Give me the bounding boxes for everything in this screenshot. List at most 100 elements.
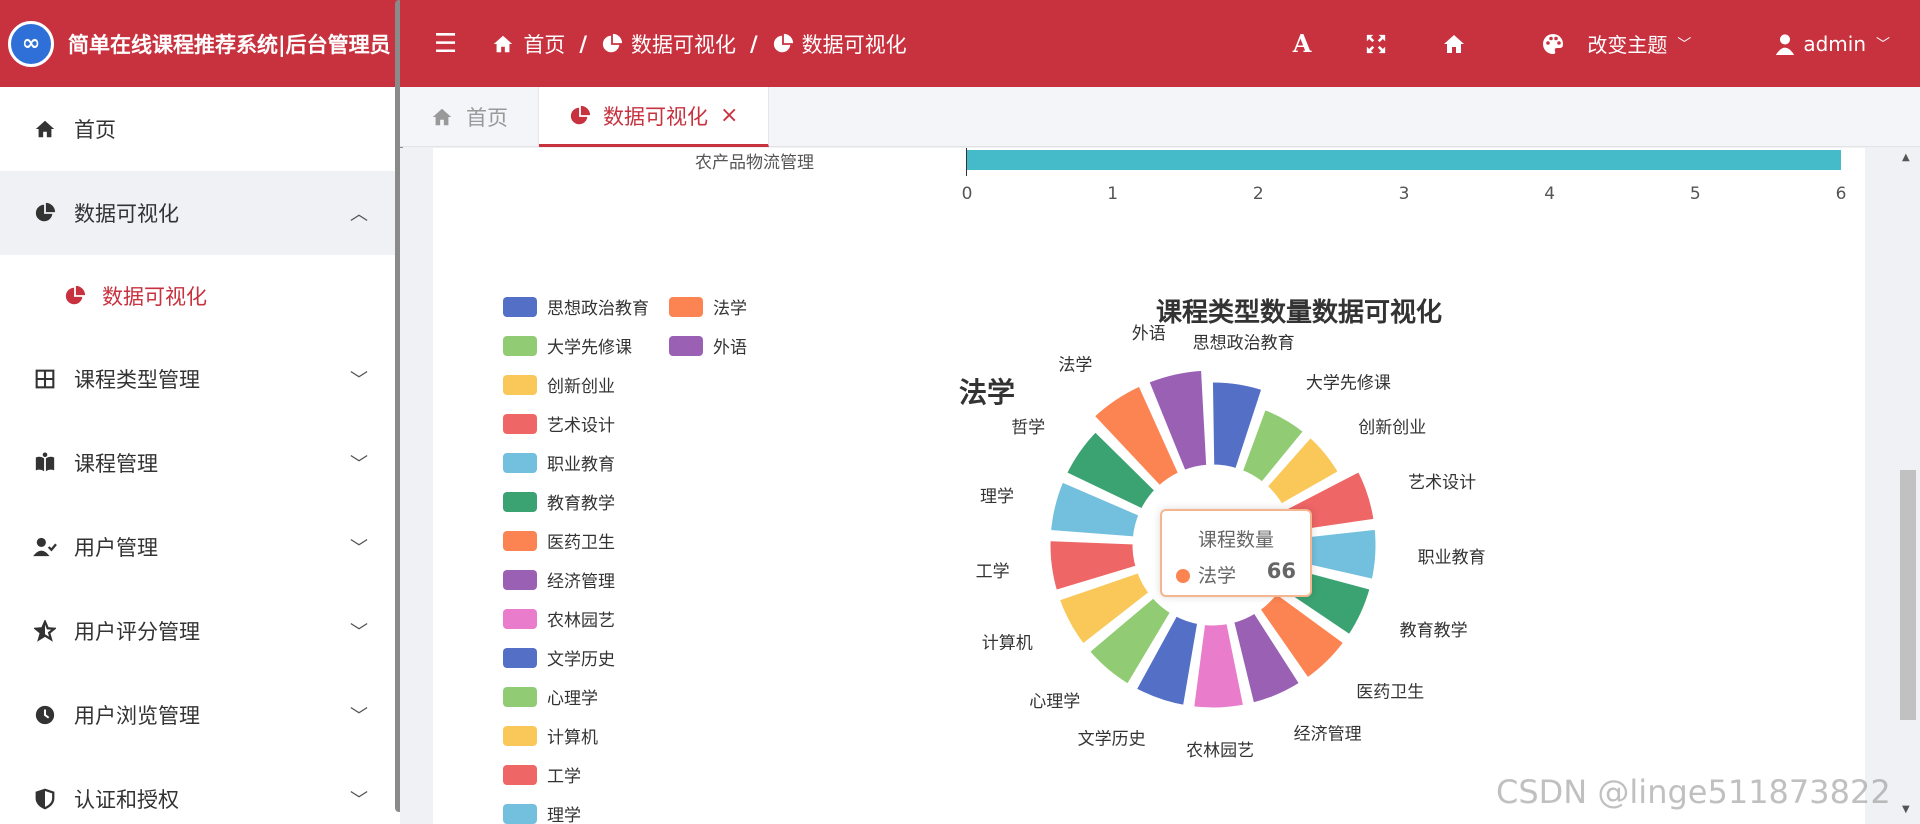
segment-label: 心理学 bbox=[1029, 692, 1080, 712]
sidebar-item-data-visualization[interactable]: 数据可视化 ︿ bbox=[0, 171, 400, 255]
segment-label: 医药卫生 bbox=[1356, 683, 1424, 703]
sidebar-item-label: 用户浏览管理 bbox=[74, 704, 200, 728]
segment-label: 农林园艺 bbox=[1186, 741, 1254, 761]
chevron-down-icon: ﹀ bbox=[350, 370, 368, 391]
breadcrumb-separator: / bbox=[579, 31, 587, 56]
segment-label: 计算机 bbox=[982, 634, 1033, 654]
rose-donut-chart: 思想政治教育大学先修课创新创业艺术设计职业教育教育教学医药卫生经济管理农林园艺 文… bbox=[959, 324, 1486, 761]
home-icon bbox=[491, 33, 515, 55]
chart-tooltip: 课程数量 法学 66 bbox=[1160, 509, 1312, 597]
breadcrumb-current: 数据可视化 bbox=[772, 29, 907, 59]
breadcrumb-home[interactable]: 首页 bbox=[491, 29, 565, 59]
sidebar-item-label: 用户管理 bbox=[74, 536, 158, 560]
watermark: CSDN @linge511873822 bbox=[1496, 773, 1891, 811]
chevron-up-icon: ︿ bbox=[350, 204, 368, 225]
theme-label: 改变主题 bbox=[1587, 33, 1668, 57]
home-icon bbox=[1444, 34, 1465, 53]
segment-label: 法学 bbox=[1058, 356, 1092, 376]
segment-label: 经济管理 bbox=[1294, 724, 1362, 744]
pie-chart-icon bbox=[601, 33, 623, 55]
header-actions: A 改变主题 ﹀ admin ﹀ bbox=[1293, 0, 1920, 87]
chevron-down-icon: ﹀ bbox=[350, 454, 368, 475]
sidebar-item-label: 认证和授权 bbox=[74, 788, 179, 812]
pie-chart-icon bbox=[32, 200, 58, 226]
segment-label: 理学 bbox=[980, 487, 1014, 507]
sidebar-item-auth[interactable]: 认证和授权 ﹀ bbox=[0, 757, 400, 824]
tooltip-value: 66 bbox=[1266, 559, 1296, 583]
sidebar-item-home[interactable]: 首页 bbox=[0, 87, 400, 171]
segment-label: 思想政治教育 bbox=[1193, 333, 1295, 353]
scroll-up-icon[interactable]: ▲ bbox=[1902, 152, 1910, 163]
sidebar-item-label: 数据可视化 bbox=[102, 285, 207, 309]
segment-label: 大学先修课 bbox=[1306, 374, 1391, 394]
brand: ∞ 简单在线课程推荐系统|后台管理员 bbox=[0, 0, 400, 87]
main-content: 农产品物流管理 0123456 课程类型数量数据可视化 思想政治教育 法学 大学先修… bbox=[400, 148, 1920, 824]
chevron-down-icon: ﹀ bbox=[350, 706, 368, 727]
app-title: 简单在线课程推荐系统|后台管理员 bbox=[68, 32, 391, 57]
breadcrumb-label: 首页 bbox=[523, 32, 566, 57]
pie-chart-icon bbox=[772, 33, 794, 55]
sidebar-item-course-type[interactable]: 课程类型管理 ﹀ bbox=[0, 337, 400, 421]
fullscreen-button[interactable] bbox=[1365, 33, 1387, 55]
clock-icon bbox=[32, 702, 58, 728]
tab-home[interactable]: 首页 bbox=[400, 87, 539, 147]
segment-label: 艺术设计 bbox=[1408, 473, 1476, 493]
font-icon: A bbox=[1292, 29, 1312, 58]
segment-label: 职业教育 bbox=[1418, 548, 1486, 568]
font-size-button[interactable]: A bbox=[1293, 29, 1312, 58]
chevron-down-icon: ﹀ bbox=[350, 622, 368, 643]
tooltip-title: 课程数量 bbox=[1197, 529, 1274, 551]
emphasis-label: 法学 bbox=[959, 376, 1015, 409]
palette-icon bbox=[1541, 32, 1565, 56]
book-icon bbox=[32, 450, 58, 476]
scroll-thumb[interactable] bbox=[1900, 470, 1916, 720]
breadcrumb-separator: / bbox=[749, 31, 758, 56]
segment-label: 哲学 bbox=[1011, 418, 1045, 438]
logo: ∞ bbox=[8, 20, 54, 67]
chart-card: 农产品物流管理 0123456 课程类型数量数据可视化 思想政治教育 法学 大学先修… bbox=[433, 148, 1865, 824]
grid-icon bbox=[32, 366, 58, 392]
fullscreen-icon bbox=[1367, 34, 1386, 53]
menu-toggle-icon[interactable]: ☰ bbox=[434, 29, 457, 59]
segment-label: 工学 bbox=[976, 562, 1010, 582]
tab-bar: 首页 数据可视化 × bbox=[400, 87, 1920, 147]
user-dropdown[interactable]: admin ﹀ bbox=[1775, 32, 1890, 56]
user-check-icon bbox=[32, 534, 58, 560]
sidebar-item-browsing[interactable]: 用户浏览管理 ﹀ bbox=[0, 673, 400, 757]
segment-label: 创新创业 bbox=[1358, 418, 1426, 438]
close-icon[interactable]: × bbox=[720, 103, 738, 128]
tooltip-name: 法学 bbox=[1198, 565, 1237, 587]
breadcrumb-label: 数据可视化 bbox=[801, 32, 907, 57]
pie-chart-icon bbox=[64, 285, 86, 307]
sidebar-item-label: 用户评分管理 bbox=[74, 620, 200, 644]
shield-icon bbox=[32, 786, 58, 812]
segment-label: 外语 bbox=[1132, 324, 1166, 344]
sidebar-item-ratings[interactable]: 用户评分管理 ﹀ bbox=[0, 589, 400, 673]
sidebar-item-course[interactable]: 课程管理 ﹀ bbox=[0, 421, 400, 505]
chevron-down-icon: ﹀ bbox=[350, 538, 368, 559]
scroll-down-icon[interactable]: ▼ bbox=[1902, 804, 1910, 815]
sidebar-item-users[interactable]: 用户管理 ﹀ bbox=[0, 505, 400, 589]
breadcrumb: 首页 / 数据可视化 / 数据可视化 bbox=[491, 29, 907, 59]
user-label: admin bbox=[1803, 31, 1866, 56]
chevron-down-icon: ﹀ bbox=[1876, 36, 1890, 53]
tooltip-dot bbox=[1176, 569, 1190, 583]
chevron-down-icon: ﹀ bbox=[350, 790, 368, 811]
home-icon bbox=[430, 106, 454, 128]
segment-label: 教育教学 bbox=[1400, 621, 1468, 641]
main-scrollbar[interactable]: ▲ ▼ bbox=[1896, 148, 1920, 824]
pie-chart-icon bbox=[569, 105, 591, 127]
sidebar: ∞ 简单在线课程推荐系统|后台管理员 首页 数据可视化 ︿ 数据可视化 课程类型… bbox=[0, 0, 400, 824]
sidebar-item-label: 数据可视化 bbox=[74, 202, 179, 226]
star-icon bbox=[32, 618, 58, 644]
sidebar-subitem-data-visualization[interactable]: 数据可视化 bbox=[0, 255, 400, 337]
user-icon bbox=[1775, 33, 1795, 55]
breadcrumb-data-visualization[interactable]: 数据可视化 bbox=[601, 29, 736, 59]
tab-label: 数据可视化 bbox=[603, 104, 708, 129]
tab-label: 首页 bbox=[466, 106, 508, 130]
home-button[interactable] bbox=[1441, 32, 1467, 56]
segment-label: 文学历史 bbox=[1078, 730, 1146, 750]
theme-dropdown[interactable]: 改变主题 ﹀ bbox=[1541, 29, 1691, 58]
chevron-down-icon: ﹀ bbox=[1677, 36, 1692, 53]
tab-data-visualization[interactable]: 数据可视化 × bbox=[539, 87, 770, 147]
